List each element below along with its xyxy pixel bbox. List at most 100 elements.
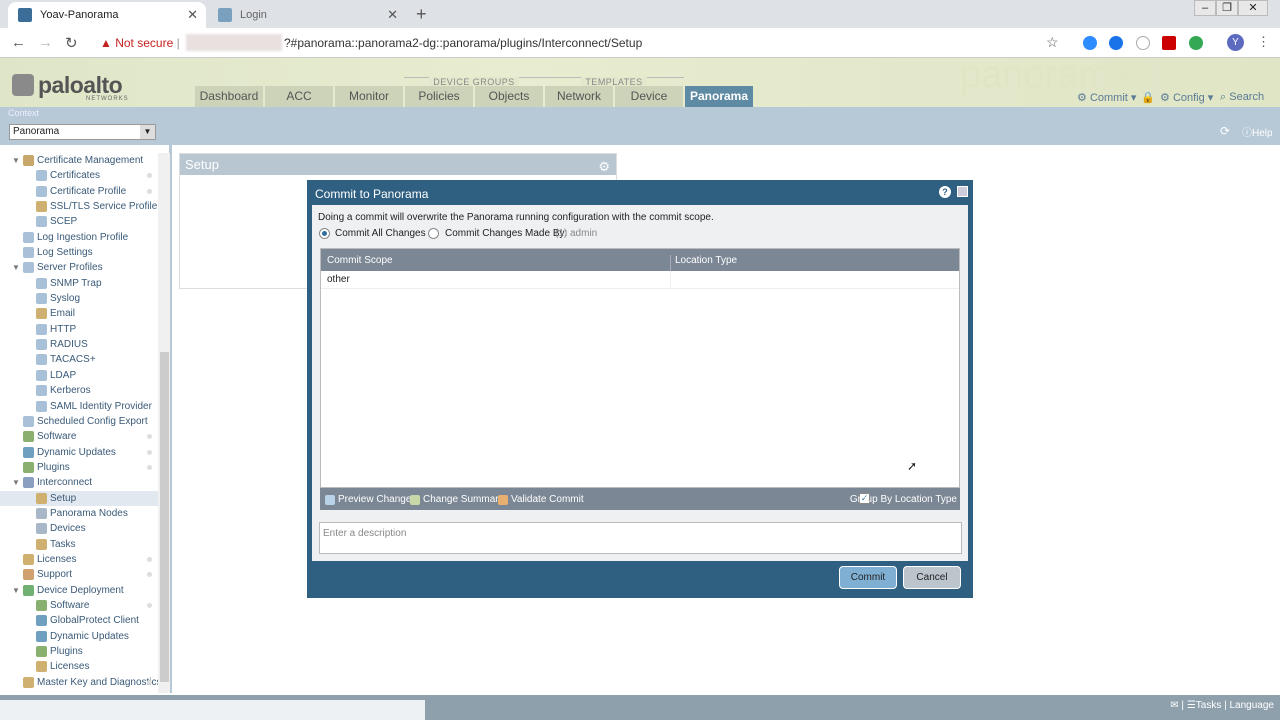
tree-node-icon <box>36 185 47 197</box>
sidebar-item-master-key-and-diagnostics[interactable]: Master Key and Diagnostics <box>0 675 162 690</box>
browser-tab-panorama[interactable]: Yoav-Panorama ✕ <box>8 2 206 28</box>
column-location-type[interactable]: Location Type <box>675 255 737 266</box>
radio-commit-by[interactable] <box>428 228 439 239</box>
close-tab-icon[interactable]: ✕ <box>387 7 398 23</box>
back-icon[interactable]: ← <box>11 34 26 51</box>
sidebar-item-licenses[interactable]: Licenses <box>0 659 158 674</box>
sidebar-item-radius[interactable]: RADIUS <box>0 337 158 352</box>
new-tab-icon[interactable]: + <box>416 4 427 25</box>
tab-network[interactable]: Network <box>545 86 613 107</box>
column-commit-scope[interactable]: Commit Scope <box>327 255 393 266</box>
expand-arrow-icon[interactable]: ▼ <box>12 153 20 168</box>
preview-label: Preview Changes <box>338 494 417 505</box>
browser-tab-login[interactable]: Login ✕ <box>208 2 406 28</box>
sidebar-item-dynamic-updates[interactable]: Dynamic Updates <box>0 629 158 644</box>
tab-acc[interactable]: ACC <box>265 86 333 107</box>
sidebar-item-panorama-nodes[interactable]: Panorama Nodes <box>0 506 158 521</box>
extension-icon[interactable] <box>1109 36 1123 50</box>
sidebar-item-devices[interactable]: Devices <box>0 521 158 536</box>
table-row[interactable]: other <box>321 271 959 289</box>
sidebar-item-globalprotect-client[interactable]: GlobalProtect Client <box>0 613 158 628</box>
help-button[interactable]: ⓘHelp <box>1242 124 1273 139</box>
sidebar-item-software[interactable]: Software <box>0 598 158 613</box>
refresh-icon[interactable]: ⟳ <box>1220 124 1230 138</box>
sidebar-item-interconnect[interactable]: ▼ Interconnect <box>0 475 158 490</box>
sidebar-item-log-ingestion-profile[interactable]: Log Ingestion Profile <box>0 230 158 245</box>
tab-monitor[interactable]: Monitor <box>335 86 403 107</box>
commit-menu[interactable]: ⚙ Commit ▾ <box>1077 91 1136 104</box>
window-close-icon[interactable]: ✕ <box>1238 0 1268 16</box>
sidebar-item-log-settings[interactable]: Log Settings <box>0 245 158 260</box>
sidebar-item-snmp-trap[interactable]: SNMP Trap <box>0 276 158 291</box>
sidebar-item-device-deployment[interactable]: ▼ Device Deployment <box>0 583 158 598</box>
sidebar-item-tasks[interactable]: Tasks <box>0 537 158 552</box>
lock-icon[interactable]: 🔒 <box>1141 91 1155 104</box>
tab-device[interactable]: Device <box>615 86 683 107</box>
sidebar-item-http[interactable]: HTTP <box>0 322 158 337</box>
expand-arrow-icon[interactable]: ▼ <box>12 583 20 598</box>
search-button[interactable]: ⌕ Search <box>1220 91 1264 104</box>
sidebar-item-dynamic-updates[interactable]: Dynamic Updates <box>0 445 158 460</box>
tab-policies[interactable]: Policies <box>405 86 473 107</box>
help-icon[interactable]: ? <box>939 186 951 198</box>
sidebar-item-ssl-tls-service-profile[interactable]: SSL/TLS Service Profile <box>0 199 158 214</box>
bookmark-star-icon[interactable]: ☆ <box>1046 34 1059 51</box>
google-extension-icon[interactable] <box>1189 36 1203 50</box>
mail-icon[interactable]: ✉ <box>1170 700 1178 711</box>
reload-icon[interactable]: ↻ <box>65 34 78 52</box>
sidebar-item-scheduled-config-export[interactable]: Scheduled Config Export <box>0 414 158 429</box>
sidebar-item-label: Dynamic Updates <box>50 630 129 642</box>
sidebar-item-support[interactable]: Support <box>0 567 158 582</box>
sidebar-item-tacacs-[interactable]: TACACS+ <box>0 352 158 367</box>
info-extension-icon[interactable] <box>1136 36 1150 50</box>
cancel-button[interactable]: Cancel <box>903 566 961 589</box>
sidebar-item-saml-identity-provider[interactable]: SAML Identity Provider <box>0 399 158 414</box>
sidebar-item-scep[interactable]: SCEP <box>0 214 158 229</box>
pdf-extension-icon[interactable] <box>1162 36 1176 50</box>
url-text[interactable]: ?#panorama::panorama2-dg::panorama/plugi… <box>284 36 642 50</box>
preview-changes-button[interactable]: Preview Changes <box>325 494 416 505</box>
close-tab-icon[interactable]: ✕ <box>187 7 198 23</box>
sidebar-item-plugins[interactable]: Plugins <box>0 644 158 659</box>
profile-avatar[interactable]: Y <box>1227 34 1244 51</box>
commit-button[interactable]: Commit <box>839 566 897 589</box>
forward-icon[interactable]: → <box>38 34 53 51</box>
sidebar-item-syslog[interactable]: Syslog <box>0 291 158 306</box>
sidebar-item-ldap[interactable]: LDAP <box>0 368 158 383</box>
sidebar-item-plugins[interactable]: Plugins <box>0 460 158 475</box>
language-button[interactable]: Language <box>1230 700 1275 711</box>
change-summary-button[interactable]: Change Summary <box>410 494 504 505</box>
minimize-icon[interactable]: – <box>1194 0 1216 16</box>
sidebar-item-certificates[interactable]: Certificates <box>0 168 158 183</box>
context-select[interactable]: Panorama ▼ <box>9 124 156 140</box>
expand-arrow-icon[interactable]: ▼ <box>12 260 20 275</box>
sidebar-item-software[interactable]: Software <box>0 429 158 444</box>
description-input[interactable]: Enter a description <box>319 522 962 554</box>
radio-commit-all[interactable] <box>319 228 330 239</box>
sidebar-item-server-profiles[interactable]: ▼ Server Profiles <box>0 260 158 275</box>
config-menu[interactable]: ⚙ Config ▾ <box>1160 91 1213 104</box>
restore-icon[interactable]: ❐ <box>1216 0 1238 16</box>
sidebar-item-label: Log Settings <box>37 247 93 259</box>
sidebar-item-label: SCEP <box>50 216 78 228</box>
expand-arrow-icon[interactable]: ▼ <box>12 475 20 490</box>
sidebar-scroll-thumb[interactable] <box>160 352 169 682</box>
maximize-icon[interactable] <box>957 186 968 197</box>
sidebar-item-setup[interactable]: Setup <box>0 490 158 506</box>
sidebar-item-kerberos[interactable]: Kerberos <box>0 383 158 398</box>
status-right: ✉ | ☰Tasks | Language <box>1170 700 1274 711</box>
sidebar-item-certificate-profile[interactable]: Certificate Profile <box>0 184 158 199</box>
menu-icon[interactable]: ⋮ <box>1257 34 1270 50</box>
sidebar-item-email[interactable]: Email <box>0 306 158 321</box>
security-indicator[interactable]: ▲ Not secure | <box>100 36 180 50</box>
sidebar-item-licenses[interactable]: Licenses <box>0 552 158 567</box>
tab-panorama[interactable]: Panorama <box>685 86 753 107</box>
gear-icon[interactable]: ⚙ <box>598 156 610 177</box>
tasks-button[interactable]: ☰Tasks <box>1187 700 1222 711</box>
zoom-extension-icon[interactable] <box>1083 36 1097 50</box>
column-divider <box>670 271 671 289</box>
tab-objects[interactable]: Objects <box>475 86 543 107</box>
tab-dashboard[interactable]: Dashboard <box>195 86 263 107</box>
sidebar-item-certificate-management[interactable]: ▼ Certificate Management <box>0 153 158 168</box>
validate-commit-button[interactable]: Validate Commit <box>498 494 584 505</box>
